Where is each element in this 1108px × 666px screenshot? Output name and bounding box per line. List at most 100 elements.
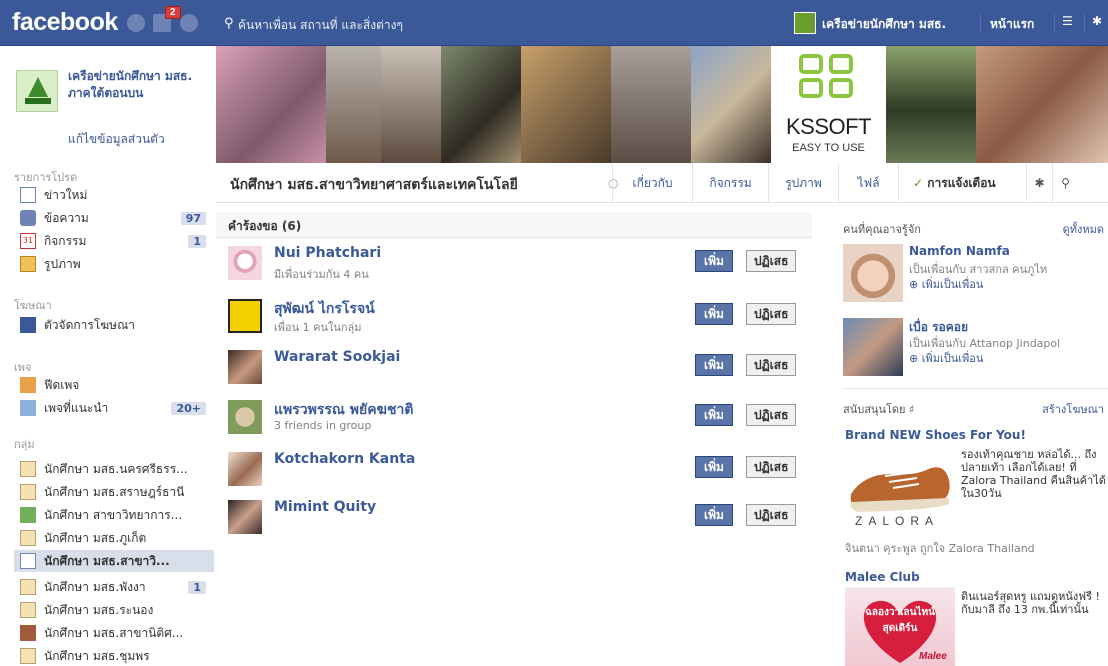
request-name[interactable]: แพรวพรรณ พยัคฆชาติ [274, 399, 413, 421]
request-name[interactable]: Wararat Sookjai [274, 349, 400, 365]
deny-button[interactable]: ปฏิเสธ [746, 354, 797, 376]
sidebar-item-group[interactable]: นักศึกษา มสธ.ระนอง [20, 599, 210, 621]
gear-icon[interactable]: ✱ [1092, 14, 1102, 28]
add-button[interactable]: เพิ่ม [695, 404, 733, 426]
sidebar-item-group[interactable]: นักศึกษา มสธ.นครศรีธรร... [20, 458, 210, 480]
sidebar-item-group[interactable]: นักศึกษา มสธ.สราษฎร์ธานี [20, 481, 210, 503]
cover-photo-tile [691, 46, 771, 163]
avatar[interactable] [228, 350, 262, 384]
friend-requests-icon[interactable] [127, 14, 145, 32]
profile-name[interactable]: เครือข่ายนักศึกษา มสธ. ภาคใต้ตอนบน [68, 68, 208, 102]
requests-header: คำร้องขอ (6) [216, 212, 812, 238]
sidebar-item-group-selected[interactable]: นักศึกษา มสธ.สาขาวิ... [14, 550, 214, 572]
avatar[interactable] [228, 246, 262, 280]
profile-avatar[interactable] [794, 12, 816, 34]
sidebar-item-group[interactable]: นักศึกษา มสธ.ภูเก็ต [20, 527, 210, 549]
deny-button[interactable]: ปฏิเสธ [746, 404, 797, 426]
facebook-logo[interactable]: facebook [12, 8, 118, 37]
sidebar-item-group[interactable]: นักศึกษา มสธ.พังงา 1 [20, 576, 210, 598]
ads-heading: โฆษณา [14, 299, 52, 312]
pymk-name[interactable]: Namfon Namfa [909, 244, 1010, 258]
add-button[interactable]: เพิ่ม [695, 250, 733, 272]
home-link[interactable]: หน้าแรก [990, 15, 1034, 34]
photos-icon [20, 256, 36, 272]
ad-title[interactable]: Brand NEW Shoes For You! [845, 428, 1026, 442]
pymk-header: คนที่คุณอาจรู้จัก ดูทั้งหมด [835, 217, 1108, 237]
create-ad-link[interactable]: สร้างโฆษณา [1042, 400, 1104, 418]
tab-photos[interactable]: รูปภาพ [768, 163, 838, 203]
deny-button[interactable]: ปฏิเสธ [746, 456, 797, 478]
search-box[interactable]: ⚲ [218, 14, 578, 36]
avatar[interactable] [228, 400, 262, 434]
network-group-icon [20, 507, 36, 523]
divider [980, 14, 981, 32]
sidebar-item-label: รูปภาพ [44, 256, 81, 271]
edit-profile-link[interactable]: แก้ไขข้อมูลส่วนตัว [68, 130, 165, 149]
sidebar-item-group[interactable]: นักศึกษา มสธ.สาขานิติศ... [20, 622, 210, 644]
sidebar-item-pages-feed[interactable]: ฟีดเพจ [20, 374, 210, 396]
avatar[interactable] [228, 452, 262, 486]
avatar[interactable] [843, 318, 903, 376]
search-input[interactable] [238, 14, 568, 36]
add-button[interactable]: เพิ่ม [695, 504, 733, 526]
tab-about[interactable]: เกี่ยวกับ [612, 163, 692, 203]
ad-image-shoes[interactable]: ZALORA [845, 446, 955, 536]
request-name[interactable]: Nui Phatchari [274, 245, 381, 261]
tab-files[interactable]: ไฟล์ [838, 163, 898, 203]
deny-button[interactable]: ปฏิเสธ [746, 504, 797, 526]
notifications-globe-icon[interactable] [180, 14, 198, 32]
logo-square [799, 78, 823, 98]
request-detail: 3 friends in group [274, 419, 372, 432]
add-button[interactable]: เพิ่ม [695, 303, 733, 325]
sidebar-item-events[interactable]: 31 กิจกรรม 1 [20, 230, 210, 252]
avatar[interactable] [228, 299, 262, 333]
add-friend-link[interactable]: ⊕ เพิ่มเป็นเพื่อน [909, 275, 983, 293]
deny-button[interactable]: ปฏิเสธ [746, 303, 797, 325]
request-name[interactable]: สุพัฒน์ ไกรโรจน์ [274, 298, 375, 320]
sidebar-item-messages[interactable]: ข้อความ 97 [20, 207, 210, 229]
sidebar-item-label: นักศึกษา มสธ.ชุมพร [44, 648, 150, 663]
requests-heading: คำร้องขอ (6) [228, 219, 302, 233]
notifications-label: การแจ้งเตือน [927, 176, 996, 190]
request-name[interactable]: Mimint Quity [274, 499, 376, 515]
sidebar-item-group[interactable]: นักศึกษา มสธ.ชุมพร [20, 645, 210, 666]
sidebar-item-news-feed[interactable]: ข่าวใหม่ [20, 184, 210, 206]
sidebar-item-label: นักศึกษา มสธ.สาขานิติศ... [44, 625, 184, 640]
add-button[interactable]: เพิ่ม [695, 354, 733, 376]
add-friend-link[interactable]: ⊕ เพิ่มเป็นเพื่อน [909, 349, 983, 367]
sidebar-item-label: นักศึกษา มสธ.ภูเก็ต [44, 530, 147, 545]
left-sidebar: เครือข่ายนักศึกษา มสธ. ภาคใต้ตอนบน แก้ไข… [0, 46, 216, 666]
request-name[interactable]: Kotchakorn Kanta [274, 451, 415, 467]
search-icon: ⚲ [224, 16, 234, 31]
search-icon[interactable]: ⚲ [1052, 163, 1078, 203]
ad-image-malee[interactable]: ฉลองวาเลนไทน์ สุดเดิร์น Malee [845, 587, 955, 666]
see-all-link[interactable]: ดูทั้งหมด [1063, 220, 1104, 238]
avatar[interactable] [228, 500, 262, 534]
deny-button[interactable]: ปฏิเสธ [746, 250, 797, 272]
messages-icon [20, 210, 36, 226]
privacy-shortcuts-icon[interactable]: ☰ [1062, 14, 1073, 28]
cover-photo-tile [976, 46, 1108, 163]
sidebar-item-recommended-pages[interactable]: เพจที่แนะนำ 20+ [20, 397, 210, 419]
profile-link[interactable]: เครือข่ายนักศึกษา มสธ. [822, 15, 946, 34]
kssoft-logo-mark [799, 54, 857, 102]
sidebar-item-label: นักศึกษา มสธ.นครศรีธรร... [44, 461, 188, 476]
group-icon [20, 648, 36, 664]
notifications-button[interactable]: ✓ การแจ้งเตือน [898, 163, 1026, 203]
profile-picture[interactable] [16, 70, 58, 112]
add-button[interactable]: เพิ่ม [695, 456, 733, 478]
group-title[interactable]: นักศึกษา มสธ.สาขาวิทยาศาสตร์และเทคโนโลยี [230, 174, 518, 196]
ad-title[interactable]: Malee Club [845, 570, 920, 584]
group-cover-photo: KSSOFT EASY TO USE [216, 46, 1108, 163]
sidebar-item-label: ตัวจัดการโฆษณา [44, 317, 135, 332]
gear-icon[interactable]: ✱ [1026, 163, 1052, 203]
malee-logo: Malee [919, 651, 947, 662]
request-row: แพรวพรรณ พยัคฆชาติ 3 friends in group เพ… [216, 394, 812, 440]
zalora-logo: ZALORA [855, 514, 940, 528]
tab-events[interactable]: กิจกรรม [692, 163, 768, 203]
sidebar-item-ads-manager[interactable]: ตัวจัดการโฆษณา [20, 314, 210, 336]
count-badge: 1 [188, 580, 206, 594]
sidebar-item-group[interactable]: นักศึกษา สาขาวิทยาการ... [20, 504, 210, 526]
avatar[interactable] [843, 244, 903, 302]
sidebar-item-photos[interactable]: รูปภาพ [20, 253, 210, 275]
